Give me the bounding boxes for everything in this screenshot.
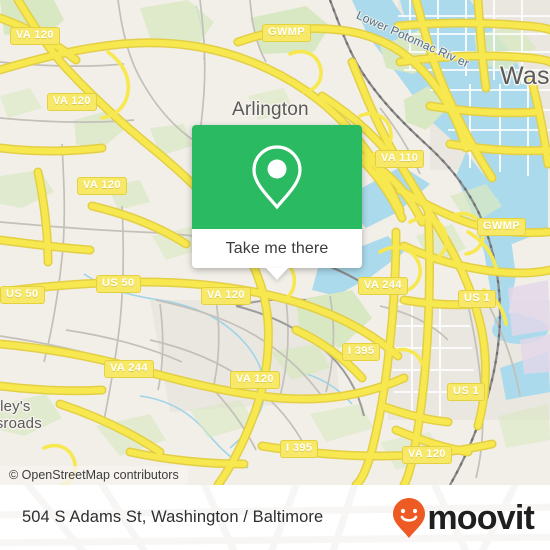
osm-attribution[interactable]: © OpenStreetMap contributors xyxy=(0,466,188,485)
moovit-pin-smiley-icon xyxy=(393,497,426,538)
take-me-there-label: Take me there xyxy=(225,239,329,257)
address-label: 504 S Adams St, Washington / Baltimore xyxy=(22,508,324,526)
map-canvas[interactable]: Arlington Wash ailey's ssroads Lower Pot… xyxy=(0,0,550,485)
footer-bar: 504 S Adams St, Washington / Baltimore m… xyxy=(0,485,550,550)
popup-pin-panel xyxy=(192,125,362,229)
popup-tail xyxy=(266,268,288,280)
moovit-brand[interactable]: moovit xyxy=(392,497,535,539)
destination-popup[interactable]: Take me there xyxy=(192,125,362,280)
map-pin-icon xyxy=(252,145,302,210)
take-me-there-button[interactable]: Take me there xyxy=(192,229,362,280)
moovit-map-share-card: Arlington Wash ailey's ssroads Lower Pot… xyxy=(0,0,550,550)
moovit-wordmark: moovit xyxy=(427,498,534,537)
